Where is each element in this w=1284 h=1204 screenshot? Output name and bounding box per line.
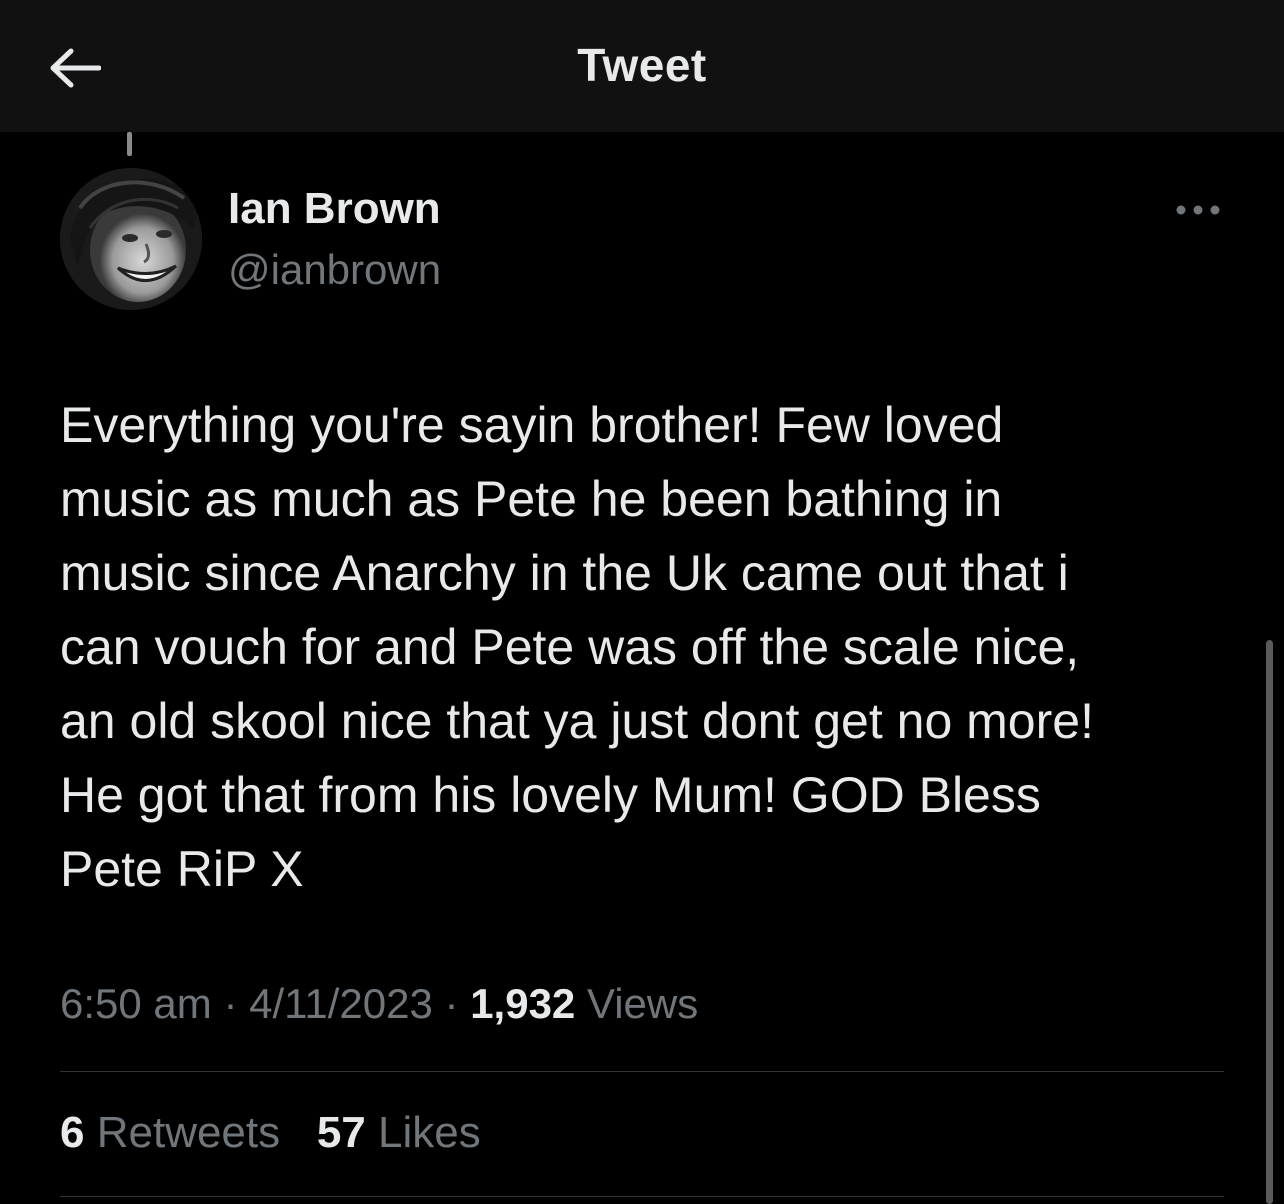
more-options-button[interactable] [1170,192,1226,228]
retweets-count: 6 [60,1108,85,1157]
author-display-name[interactable]: Ian Brown [228,184,441,234]
scrollbar[interactable] [1266,640,1273,1204]
engagement-stats: 6 Retweets 57 Likes [60,1108,481,1158]
top-bar: Tweet [0,0,1284,132]
tweet-body-text: Everything you're sayin brother! Few lov… [60,397,1094,897]
divider [60,1196,1224,1197]
avatar[interactable] [60,168,202,310]
meta-separator: · [223,980,238,1027]
divider [60,1071,1224,1072]
thread-connector-line [127,132,132,156]
tweet-date[interactable]: 4/11/2023 [249,980,433,1027]
views-label: Views [586,980,699,1027]
author-handle[interactable]: @ianbrown [228,246,441,294]
retweets-stat[interactable]: 6 Retweets [60,1108,280,1157]
likes-label: Likes [378,1108,481,1157]
retweets-label: Retweets [96,1108,281,1157]
meta-separator: · [444,980,459,1027]
likes-count: 57 [316,1108,366,1157]
tweet-time[interactable]: 6:50 am [60,980,212,1027]
tweet-metadata: 6:50 am · 4/11/2023 · 1,932 Views [60,980,698,1028]
profile-photo [60,168,202,310]
ellipsis-icon [1176,205,1220,215]
likes-stat[interactable]: 57 Likes [317,1108,481,1157]
page-title: Tweet [577,39,707,91]
views-count: 1,932 [470,980,576,1027]
